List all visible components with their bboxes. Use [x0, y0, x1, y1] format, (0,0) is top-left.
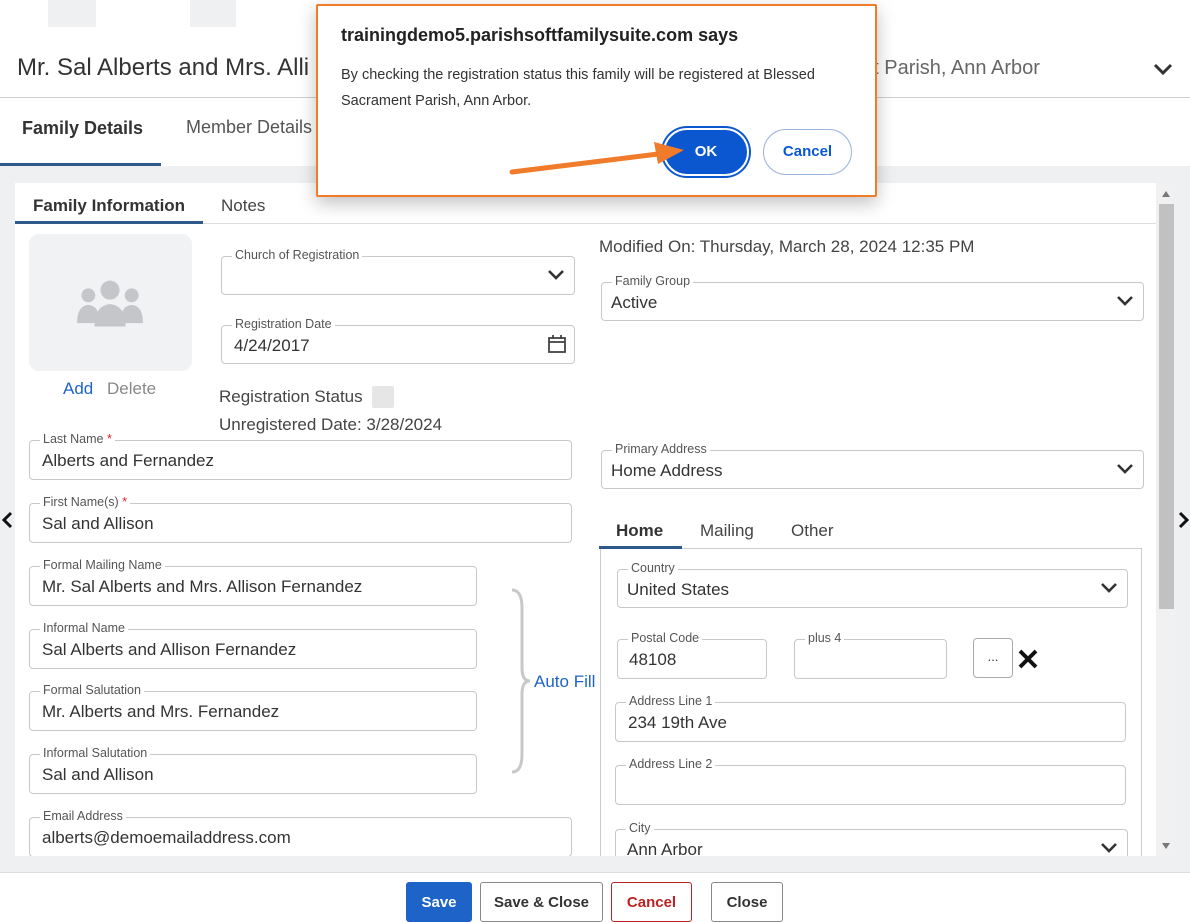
first-name-field[interactable]: First Name(s) * Sal and Allison [29, 495, 572, 543]
scrollbar-thumb[interactable] [1159, 204, 1174, 609]
chevron-down-icon [1117, 464, 1133, 474]
active-subtab-indicator [15, 221, 203, 224]
informal-name-label: Informal Name [40, 621, 128, 636]
page-title: Mr. Sal Alberts and Mrs. Alli [17, 54, 310, 81]
family-group-icon [77, 280, 143, 327]
email-address-label: Email Address [40, 809, 126, 824]
auto-fill-link[interactable]: Auto Fill [534, 672, 595, 692]
add-photo-link[interactable]: Add [63, 379, 93, 399]
subtab-notes[interactable]: Notes [221, 196, 265, 216]
family-group-select[interactable]: Family Group Active [601, 274, 1144, 321]
formal-mailing-name-value: Mr. Sal Alberts and Mrs. Allison Fernand… [42, 577, 363, 596]
tab-member-details[interactable]: Member Details [186, 117, 312, 138]
address-line1-field[interactable]: Address Line 1 234 19th Ave [615, 694, 1126, 742]
save-and-close-button[interactable]: Save & Close [480, 882, 603, 922]
country-select[interactable]: Country United States [617, 561, 1128, 608]
scroll-up-icon[interactable] [1161, 190, 1171, 198]
chevron-down-icon [548, 270, 564, 280]
chevron-down-icon [1101, 843, 1117, 853]
informal-salutation-label: Informal Salutation [40, 746, 151, 761]
primary-address-label: Primary Address [612, 442, 710, 457]
postal-code-value: 48108 [629, 650, 677, 669]
registration-date-label: Registration Date [232, 317, 335, 332]
registration-date-value: 4/24/2017 [234, 336, 310, 355]
auto-fill-bracket [511, 588, 531, 774]
unregistered-date-text: Unregistered Date: 3/28/2024 [219, 415, 443, 434]
formal-salutation-value: Mr. Alberts and Mrs. Fernandez [42, 702, 280, 721]
chevron-down-icon [1101, 583, 1117, 593]
close-button[interactable]: Close [711, 882, 783, 922]
postal-code-label: Postal Code [628, 631, 703, 646]
church-of-registration-label: Church of Registration [232, 248, 363, 263]
primary-address-select[interactable]: Primary Address Home Address [601, 442, 1144, 489]
delete-photo-link[interactable]: Delete [107, 379, 156, 399]
required-mark: * [106, 432, 112, 446]
address-line2-label: Address Line 2 [626, 757, 716, 772]
registration-date-field[interactable]: Registration Date 4/24/2017 [221, 317, 575, 364]
top-strip-block [48, 0, 96, 27]
formal-salutation-field[interactable]: Formal Salutation Mr. Alberts and Mrs. F… [29, 683, 477, 731]
informal-name-value: Sal Alberts and Allison Fernandez [42, 640, 297, 659]
address-line1-label: Address Line 1 [626, 694, 716, 709]
church-of-registration-select[interactable]: Church of Registration [221, 248, 575, 295]
formal-mailing-name-field[interactable]: Formal Mailing Name Mr. Sal Alberts and … [29, 558, 477, 606]
modified-on-text: Modified On: Thursday, March 28, 2024 12… [599, 237, 975, 256]
address-line1-value: 234 19th Ave [628, 713, 727, 732]
primary-address-value: Home Address [611, 461, 723, 480]
email-address-field[interactable]: Email Address alberts@demoemailaddress.c… [29, 809, 572, 857]
city-label: City [626, 821, 654, 836]
family-group-label: Family Group [612, 274, 694, 289]
country-value: United States [627, 580, 730, 599]
last-name-value: Alberts and Fernandez [42, 451, 214, 470]
first-name-value: Sal and Allison [42, 514, 154, 533]
last-name-field[interactable]: Last Name * Alberts and Fernandez [29, 432, 572, 480]
panel-bottom-gutter [0, 856, 1190, 872]
informal-name-field[interactable]: Informal Name Sal Alberts and Allison Fe… [29, 621, 477, 669]
formal-salutation-label: Formal Salutation [40, 683, 144, 698]
subtab-family-information[interactable]: Family Information [33, 196, 185, 216]
tab-family-details[interactable]: Family Details [22, 118, 143, 139]
calendar-icon[interactable] [547, 334, 567, 354]
tab-other-address[interactable]: Other [791, 521, 834, 541]
informal-salutation-field[interactable]: Informal Salutation Sal and Allison [29, 746, 477, 794]
plus4-label: plus 4 [805, 631, 845, 646]
scroll-down-icon[interactable] [1161, 842, 1171, 850]
tab-home-address[interactable]: Home [616, 521, 663, 541]
required-mark: * [122, 495, 128, 509]
clear-x-icon[interactable] [1017, 648, 1039, 670]
registration-status-checkbox[interactable] [372, 386, 394, 408]
country-label: Country [628, 561, 678, 576]
pointer-arrow-icon [509, 142, 684, 175]
dialog-title: trainingdemo5.parishsoftfamilysuite.com … [341, 25, 739, 45]
top-strip-block [190, 0, 236, 27]
save-button[interactable]: Save [406, 882, 472, 922]
chevron-down-icon [1117, 296, 1133, 306]
email-address-value: alberts@demoemailaddress.com [42, 828, 291, 847]
address-line2-field[interactable]: Address Line 2 [615, 757, 1126, 805]
last-name-label: Last Name * [40, 432, 115, 447]
postal-lookup-button[interactable]: ... [973, 638, 1013, 678]
previous-arrow-icon[interactable] [0, 510, 14, 530]
family-photo [29, 234, 192, 371]
active-address-tab-indicator [599, 546, 682, 549]
page-title-parish: nt Parish, Ann Arbor [862, 57, 1040, 79]
plus4-field[interactable]: plus 4 [794, 631, 947, 679]
family-group-value: Active [611, 293, 658, 312]
dialog-cancel-button[interactable]: Cancel [763, 129, 852, 175]
next-arrow-icon[interactable] [1177, 510, 1190, 530]
registration-status-label: Registration Status [219, 387, 363, 406]
informal-salutation-value: Sal and Allison [42, 765, 154, 784]
tab-mailing-address[interactable]: Mailing [700, 521, 754, 541]
cancel-button[interactable]: Cancel [611, 882, 692, 922]
first-name-label: First Name(s) * [40, 495, 131, 510]
postal-code-field[interactable]: Postal Code 48108 [617, 631, 767, 679]
formal-mailing-name-label: Formal Mailing Name [40, 558, 165, 573]
dialog-message: By checking the registration status this… [341, 67, 815, 109]
chevron-down-icon[interactable] [1152, 60, 1174, 78]
